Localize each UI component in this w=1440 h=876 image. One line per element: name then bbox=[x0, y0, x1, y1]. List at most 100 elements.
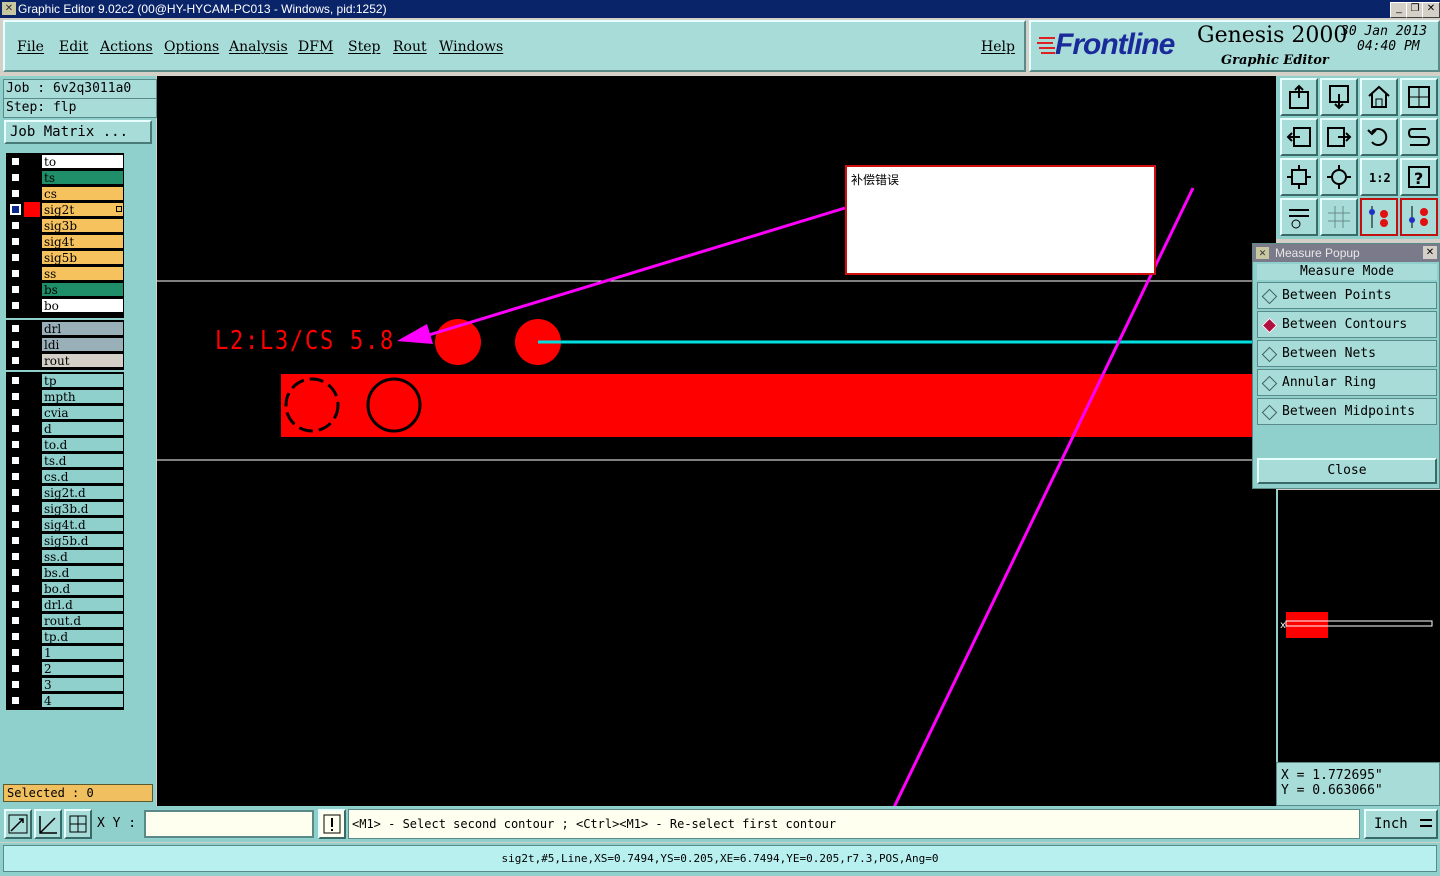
scale-1-2-icon[interactable]: 1:2 bbox=[1360, 158, 1398, 196]
layer-checkbox[interactable] bbox=[10, 487, 21, 498]
layer-name[interactable]: ss.d bbox=[41, 549, 124, 564]
layer-display-indicator[interactable] bbox=[24, 218, 40, 233]
redraw-icon[interactable] bbox=[1400, 118, 1438, 156]
layer-name[interactable]: mpth bbox=[41, 389, 124, 404]
layer-display-indicator[interactable] bbox=[24, 373, 40, 388]
layer-display-indicator[interactable] bbox=[24, 677, 40, 692]
layer-name[interactable]: sig3b bbox=[41, 218, 124, 233]
layer-checkbox[interactable] bbox=[10, 300, 21, 311]
snap-on-icon[interactable] bbox=[1360, 198, 1398, 236]
menu-help[interactable]: Help bbox=[981, 39, 1015, 55]
graphic-canvas[interactable]: L2:L3/CS 5.8 补偿错误 bbox=[157, 76, 1276, 806]
layer-checkbox[interactable] bbox=[10, 615, 21, 626]
radio-diamond-icon[interactable] bbox=[1261, 375, 1278, 392]
xy-input[interactable] bbox=[144, 810, 314, 838]
layer-display-indicator[interactable] bbox=[24, 353, 40, 368]
layer-display-indicator[interactable] bbox=[24, 389, 40, 404]
layer-checkbox[interactable] bbox=[10, 567, 21, 578]
layer-name[interactable]: cvia bbox=[41, 405, 124, 420]
layer-row-2[interactable]: 2 bbox=[6, 661, 124, 676]
layer-checkbox[interactable] bbox=[10, 375, 21, 386]
layer-name[interactable]: rout.d bbox=[41, 613, 124, 628]
layer-row-sig5b[interactable]: sig5b bbox=[6, 250, 124, 265]
layer-display-indicator[interactable] bbox=[24, 453, 40, 468]
layer-name[interactable]: d bbox=[41, 421, 124, 436]
layer-row-bo[interactable]: bo bbox=[6, 298, 124, 313]
layer-checkbox[interactable] bbox=[10, 535, 21, 546]
home-icon[interactable] bbox=[1360, 78, 1398, 116]
layer-display-indicator[interactable] bbox=[24, 234, 40, 249]
measure-option-between-points[interactable]: Between Points bbox=[1257, 282, 1437, 309]
layer-display-indicator[interactable] bbox=[24, 613, 40, 628]
layer-display-indicator[interactable] bbox=[24, 581, 40, 596]
menu-analysis[interactable]: Analysis bbox=[229, 39, 288, 55]
layer-row-drl-d[interactable]: drl.d bbox=[6, 597, 124, 612]
layer-display-indicator[interactable] bbox=[24, 266, 40, 281]
layer-name[interactable]: ldi bbox=[41, 337, 124, 352]
layer-checkbox[interactable] bbox=[10, 156, 21, 167]
layer-name[interactable]: cs bbox=[41, 186, 124, 201]
layer-name[interactable]: 2 bbox=[41, 661, 124, 676]
layer-row-to-d[interactable]: to.d bbox=[6, 437, 124, 452]
menu-windows[interactable]: Windows bbox=[439, 39, 503, 55]
layer-display-indicator[interactable] bbox=[24, 565, 40, 580]
layer-display-indicator[interactable] bbox=[24, 437, 40, 452]
layer-display-indicator[interactable] bbox=[24, 549, 40, 564]
zoom-fit-icon[interactable] bbox=[1280, 158, 1318, 196]
layer-checkbox[interactable] bbox=[10, 323, 21, 334]
layer-name[interactable]: sig5b.d bbox=[41, 533, 124, 548]
layer-name[interactable]: drl bbox=[41, 321, 124, 336]
layer-name[interactable]: sig2t bbox=[41, 202, 124, 217]
layer-checkbox[interactable] bbox=[10, 631, 21, 642]
layer-checkbox[interactable] bbox=[10, 455, 21, 466]
layer-display-indicator[interactable] bbox=[24, 469, 40, 484]
layer-name[interactable]: ts.d bbox=[41, 453, 124, 468]
menu-rout[interactable]: Rout bbox=[393, 39, 427, 55]
layer-display-indicator[interactable] bbox=[24, 298, 40, 313]
layer-checkbox[interactable] bbox=[10, 423, 21, 434]
layer-row-cs[interactable]: cs bbox=[6, 186, 124, 201]
layer-checkbox[interactable] bbox=[10, 679, 21, 690]
layer-display-indicator[interactable] bbox=[24, 693, 40, 708]
layer-name[interactable]: tp bbox=[41, 373, 124, 388]
layer-checkbox[interactable] bbox=[10, 236, 21, 247]
layer-checkbox[interactable] bbox=[10, 647, 21, 658]
layer-display-indicator[interactable] bbox=[24, 282, 40, 297]
layer-row-sig4t-d[interactable]: sig4t.d bbox=[6, 517, 124, 532]
layer-name[interactable]: bs bbox=[41, 282, 124, 297]
layer-name[interactable]: sig2t.d bbox=[41, 485, 124, 500]
layer-display-indicator[interactable] bbox=[24, 501, 40, 516]
layer-display-indicator[interactable] bbox=[24, 485, 40, 500]
close-window-button[interactable]: ✕ bbox=[1422, 2, 1440, 18]
grid-snap-icon[interactable] bbox=[64, 809, 92, 839]
zoom-center-icon[interactable] bbox=[1320, 158, 1358, 196]
layer-display-indicator[interactable] bbox=[24, 186, 40, 201]
layer-row-ss-d[interactable]: ss.d bbox=[6, 549, 124, 564]
layer-row-d[interactable]: d bbox=[6, 421, 124, 436]
zoom-bottom-icon[interactable] bbox=[1320, 78, 1358, 116]
layer-checkbox[interactable] bbox=[10, 439, 21, 450]
menu-step[interactable]: Step bbox=[348, 39, 380, 55]
layer-checkbox[interactable] bbox=[10, 268, 21, 279]
overview-map[interactable]: x bbox=[1276, 490, 1440, 762]
layer-row-ldi[interactable]: ldi bbox=[6, 337, 124, 352]
layer-checkbox[interactable] bbox=[10, 284, 21, 295]
pan-right-icon[interactable] bbox=[1320, 118, 1358, 156]
layer-checkbox[interactable] bbox=[10, 519, 21, 530]
radio-diamond-icon[interactable] bbox=[1261, 346, 1278, 363]
menu-actions[interactable]: Actions bbox=[100, 39, 153, 55]
layer-name[interactable]: 4 bbox=[41, 693, 124, 708]
measure-option-between-contours[interactable]: Between Contours bbox=[1257, 311, 1437, 338]
layer-row-sig4t[interactable]: sig4t bbox=[6, 234, 124, 249]
layer-display-indicator[interactable] bbox=[24, 597, 40, 612]
job-matrix-button[interactable]: Job Matrix ... bbox=[4, 120, 152, 144]
layer-name[interactable]: sig4t bbox=[41, 234, 124, 249]
measure-option-between-nets[interactable]: Between Nets bbox=[1257, 340, 1437, 367]
menu-dfm[interactable]: DFM bbox=[298, 39, 333, 55]
layer-row-bs[interactable]: bs bbox=[6, 282, 124, 297]
radio-diamond-icon[interactable] bbox=[1261, 288, 1278, 305]
snap-intersect-icon[interactable] bbox=[1400, 198, 1438, 236]
layer-checkbox[interactable] bbox=[10, 471, 21, 482]
layer-checkbox[interactable] bbox=[10, 551, 21, 562]
graphic-control-icon[interactable] bbox=[1280, 198, 1318, 236]
